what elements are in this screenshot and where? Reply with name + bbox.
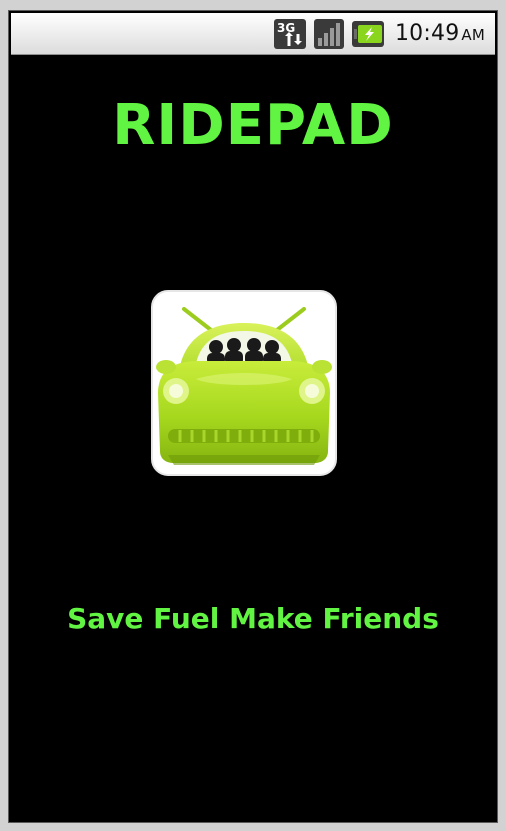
network-type-label: 3G <box>277 21 295 35</box>
battery-charging-icon <box>351 20 385 48</box>
status-clock: 10:49 AM <box>395 21 485 46</box>
car-with-passengers-icon <box>150 289 338 477</box>
network-3g-icon: 3G <box>273 18 307 50</box>
signal-icon <box>313 18 345 50</box>
status-bar: 3G 10:49 AM <box>11 13 495 55</box>
app-screen: 3G 10:49 AM RIDEPAD Save Fuel Make Frien… <box>8 10 498 823</box>
app-tagline: Save Fuel Make Friends <box>67 602 439 635</box>
app-title: RIDEPAD <box>112 93 394 158</box>
clock-time: 10:49 <box>394 21 460 46</box>
clock-ampm: AM <box>461 26 485 44</box>
device-frame: 3G 10:49 AM RIDEPAD Save Fuel Make Frien… <box>0 0 506 831</box>
